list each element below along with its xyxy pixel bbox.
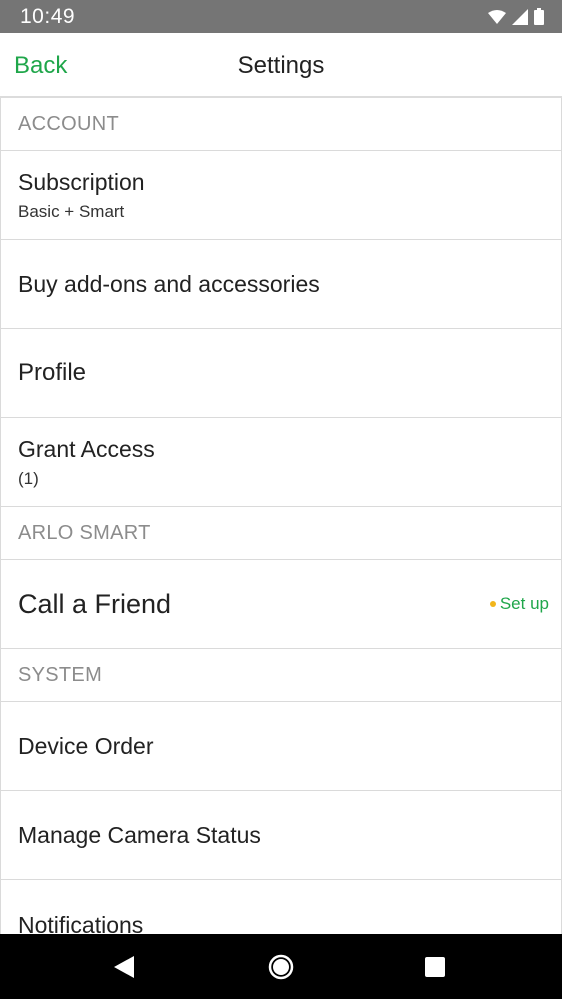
subscription-label: Subscription: [18, 168, 145, 195]
cell-signal-icon: [512, 8, 528, 25]
section-header-arlo-smart: ARLO SMART: [0, 507, 562, 560]
settings-list[interactable]: ACCOUNT Subscription Basic + Smart Buy a…: [0, 98, 562, 934]
set-up-label: Set up: [499, 594, 549, 613]
top-nav-bar: Back Settings: [0, 33, 562, 98]
status-dot-icon: [489, 601, 496, 607]
status-bar: 10:49: [0, 0, 562, 33]
wifi-icon: [488, 9, 506, 24]
recents-square-icon[interactable]: [405, 934, 465, 999]
manage-camera-status-row[interactable]: Manage Camera Status: [0, 791, 562, 880]
subscription-row[interactable]: Subscription Basic + Smart: [0, 151, 562, 240]
notifications-label: Notifications: [18, 912, 144, 934]
profile-label: Profile: [18, 359, 87, 386]
device-order-label: Device Order: [18, 732, 154, 759]
section-header-account: ACCOUNT: [0, 98, 562, 151]
subscription-plan: Basic + Smart: [18, 201, 125, 221]
buy-addons-label: Buy add-ons and accessories: [18, 270, 320, 297]
manage-camera-status-label: Manage Camera Status: [18, 821, 261, 848]
grant-access-row[interactable]: Grant Access (1): [0, 418, 562, 507]
battery-icon: [534, 8, 544, 25]
status-icons: [488, 8, 544, 25]
grant-access-count: (1): [18, 468, 39, 488]
call-a-friend-label: Call a Friend: [18, 588, 172, 619]
back-triangle-icon[interactable]: [94, 934, 154, 999]
call-a-friend-row[interactable]: Call a Friend Set up: [0, 560, 562, 649]
page-title: Settings: [237, 52, 325, 79]
device-order-row[interactable]: Device Order: [0, 702, 562, 791]
buy-addons-row[interactable]: Buy add-ons and accessories: [0, 240, 562, 329]
section-header-system: SYSTEM: [0, 649, 562, 702]
home-circle-icon[interactable]: [251, 934, 311, 999]
profile-row[interactable]: Profile: [0, 329, 562, 418]
set-up-link[interactable]: Set up: [489, 594, 549, 614]
notifications-row[interactable]: Notifications: [0, 880, 562, 934]
system-nav-bar: [0, 934, 562, 999]
grant-access-label: Grant Access: [18, 435, 155, 462]
status-time: 10:49: [20, 4, 76, 28]
